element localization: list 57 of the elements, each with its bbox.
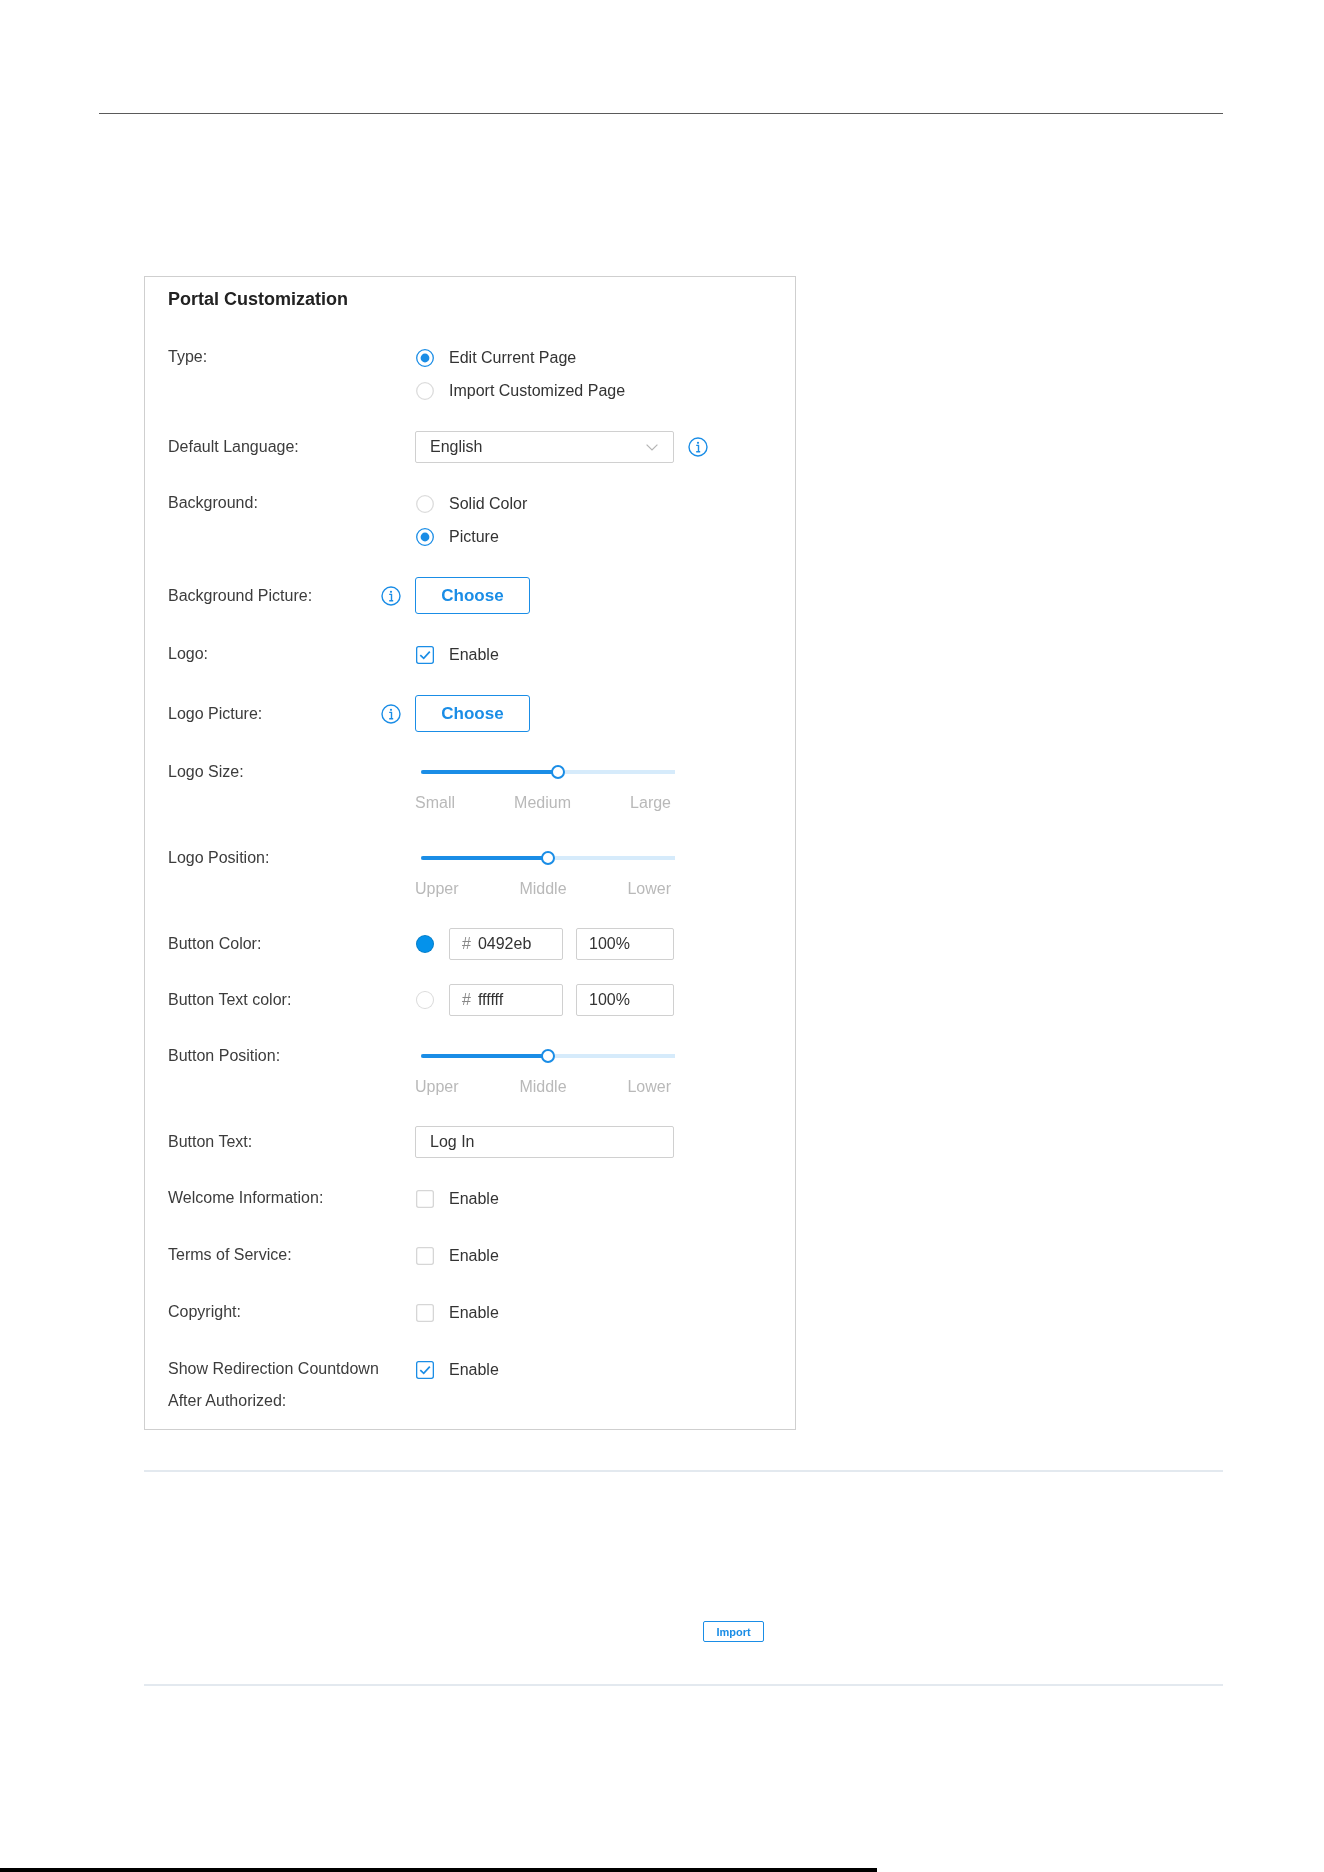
slider-thumb[interactable] (551, 765, 566, 779)
info-icon[interactable] (381, 703, 401, 724)
hex-color-field[interactable]: # ffffff (449, 984, 563, 1016)
checkbox[interactable] (416, 645, 434, 664)
panel-title: Portal Customization (168, 288, 348, 311)
import-button[interactable]: Import (703, 1621, 764, 1642)
slider-tick-label: Medium (514, 793, 571, 813)
field-label: Type: (168, 347, 208, 367)
checkbox-label: Enable (449, 1188, 499, 1209)
info-icon[interactable] (688, 437, 708, 457)
slider-tick-label: Upper (415, 1077, 459, 1097)
checkbox[interactable] (416, 1360, 434, 1379)
field-label: Logo: (168, 644, 209, 664)
radio-label: Edit Current Page (449, 347, 577, 368)
text-field[interactable]: Log In (415, 1126, 674, 1158)
checkbox-label: Enable (449, 1302, 499, 1323)
dropdown[interactable]: English (415, 431, 674, 463)
checkbox-label: Enable (449, 1245, 499, 1266)
field-label: Default Language: (168, 437, 299, 457)
slider-tick-label: Lower (627, 1077, 671, 1097)
field-label: Background: (168, 493, 258, 513)
field-label: Button Color: (168, 934, 262, 954)
slider-tick-label: Upper (415, 879, 459, 899)
field-label: Show Redirection Countdown After Authorized: (168, 1359, 380, 1411)
field-label: Button Text color: (168, 990, 292, 1010)
choose-button[interactable]: Choose (415, 577, 530, 614)
field-label: Welcome Information: (168, 1188, 324, 1208)
radio-label: Picture (449, 526, 499, 547)
opacity-field[interactable]: 100% (576, 984, 674, 1016)
field-label: Terms of Service: (168, 1245, 292, 1265)
field-label: Background Picture: (168, 585, 313, 606)
checkbox-label: Enable (449, 1359, 499, 1380)
opacity-field[interactable]: 100% (576, 928, 674, 960)
field-label: Copyright: (168, 1302, 241, 1322)
slider-tick-label: Middle (519, 879, 567, 899)
radio-button[interactable] (416, 527, 434, 546)
slider-tick-label: Large (630, 793, 671, 813)
radio-button[interactable] (416, 348, 434, 367)
hex-color-field[interactable]: # 0492eb (449, 928, 563, 960)
field-label: Logo Position: (168, 848, 270, 868)
checkbox-label: Enable (449, 644, 499, 665)
info-icon[interactable] (381, 585, 401, 606)
slider-tick-label: Lower (627, 879, 671, 899)
field-label: Button Position: (168, 1046, 281, 1066)
choose-button[interactable]: Choose (415, 695, 530, 732)
radio-label: Solid Color (449, 493, 528, 514)
radio-label: Import Customized Page (449, 380, 626, 401)
slider-tick-label: Small (415, 793, 455, 813)
field-label: Logo Picture: (168, 703, 263, 724)
chevron-down-icon (646, 443, 658, 451)
field-label: Button Text: (168, 1132, 253, 1152)
color-swatch[interactable] (416, 991, 434, 1009)
color-swatch[interactable] (416, 935, 434, 953)
field-label: Logo Size: (168, 762, 244, 782)
slider-thumb[interactable] (541, 851, 555, 865)
slider-thumb[interactable] (541, 1049, 555, 1063)
slider-tick-label: Middle (519, 1077, 567, 1097)
